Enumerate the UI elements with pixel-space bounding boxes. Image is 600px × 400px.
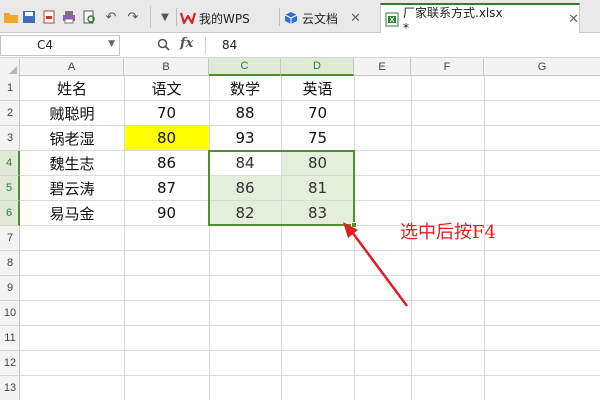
column-header-f[interactable]: F [411,58,484,76]
column-header-d[interactable]: D [281,58,354,76]
row-header-7[interactable]: 7 [0,226,20,251]
open-folder-icon[interactable] [2,8,20,26]
row-header-12[interactable]: 12 [0,351,20,376]
export-pdf-icon[interactable] [40,8,58,26]
cell-b5[interactable]: 87 [124,176,209,200]
column-header-c[interactable]: C [209,58,281,76]
cloud-doc-icon [284,11,298,25]
tab-label: 我的WPS [199,11,250,26]
wps-logo-icon [180,11,196,25]
cell-d2[interactable]: 70 [281,101,354,125]
cell-b1[interactable]: 语文 [124,76,209,100]
gridline [20,300,600,301]
cell-d1[interactable]: 英语 [281,76,354,100]
tab-label: 厂家联系方式.xlsx * [403,5,503,35]
column-header-a[interactable]: A [20,58,124,76]
row-header-1[interactable]: 1 [0,76,20,101]
cell-b6[interactable]: 90 [124,201,209,225]
column-header-b[interactable]: B [124,58,209,76]
tab-cloud-docs[interactable]: 云文档 ✕ [284,3,376,33]
row-header-3[interactable]: 3 [0,126,20,151]
cell-b2[interactable]: 70 [124,101,209,125]
cell-d5[interactable]: 81 [281,176,354,200]
row-header-10[interactable]: 10 [0,301,20,326]
row-header-8[interactable]: 8 [0,251,20,276]
cell-a3[interactable]: 锅老湿 [20,126,124,150]
gridline [20,250,600,251]
zoom-search-icon[interactable] [157,38,170,54]
close-tab-icon[interactable]: ✕ [568,12,579,27]
cell-c1[interactable]: 数学 [209,76,281,100]
chevron-down-icon[interactable]: ▼ [108,39,115,49]
gridline [20,275,600,276]
column-headers: A B C D E F G [0,58,600,76]
row-header-11[interactable]: 11 [0,326,20,351]
formula-bar-divider [205,37,206,54]
cell-c4[interactable]: 84 [209,151,281,175]
title-bar: ↶ ↷ ▼ 我的WPS 云文档 ✕ 厂家联系方式.xlsx * ✕ [0,0,600,35]
print-icon[interactable] [60,8,78,26]
redo-icon[interactable]: ↷ [124,8,142,26]
cell-a4[interactable]: 魏生志 [20,151,124,175]
cell-d6[interactable]: 83 [281,201,354,225]
cell-a1[interactable]: 姓名 [20,76,124,100]
column-header-g[interactable]: G [484,58,600,76]
select-all-corner[interactable] [0,58,20,76]
row-header-4[interactable]: 4 [0,151,20,176]
tab-my-wps[interactable]: 我的WPS [180,3,278,33]
row-header-5[interactable]: 5 [0,176,20,201]
cell-a5[interactable]: 碧云涛 [20,176,124,200]
cell-b3[interactable]: 80 [124,126,209,150]
gridline [20,350,600,351]
fill-handle[interactable] [351,222,357,228]
cell-c6[interactable]: 82 [209,201,281,225]
annotation-text: 选中后按F4 [400,222,496,243]
insert-function-icon[interactable]: fx [180,36,193,51]
name-box-value: C4 [37,38,54,52]
row-headers: 1 2 3 4 5 6 7 8 9 10 11 12 13 [0,76,20,400]
row-header-2[interactable]: 2 [0,101,20,126]
cell-d4[interactable]: 80 [281,151,354,175]
column-header-e[interactable]: E [354,58,411,76]
cell-grid[interactable]: 80 84 80 86 81 82 83 姓名 语文 数学 英语 贼聪明 70 … [20,76,600,400]
gridline [20,325,600,326]
tab-spreadsheet[interactable]: 厂家联系方式.xlsx * ✕ [380,3,580,35]
name-box[interactable]: C4 ▼ [0,35,120,56]
gridline [20,375,600,376]
cell-c2[interactable]: 88 [209,101,281,125]
cell-b4[interactable]: 86 [124,151,209,175]
row-header-6[interactable]: 6 [0,201,20,226]
toolbar-divider [150,6,151,28]
dropdown-arrow-icon[interactable]: ▼ [156,8,174,26]
cell-a6[interactable]: 易马金 [20,201,124,225]
tab-label: 云文档 [302,11,339,26]
spreadsheet-file-icon [385,12,399,27]
undo-icon[interactable]: ↶ [102,8,120,26]
cell-d3[interactable]: 75 [281,126,354,150]
cell-a2[interactable]: 贼聪明 [20,101,124,125]
tab-divider [176,8,177,26]
row-header-13[interactable]: 13 [0,376,20,400]
close-tab-icon[interactable]: ✕ [350,11,361,26]
formula-input[interactable]: 84 [222,38,237,52]
save-icon[interactable] [20,8,38,26]
print-preview-icon[interactable] [80,8,98,26]
gridline [20,225,600,226]
row-header-9[interactable]: 9 [0,276,20,301]
tab-divider [279,8,280,26]
cell-c5[interactable]: 86 [209,176,281,200]
cell-c3[interactable]: 93 [209,126,281,150]
formula-bar: C4 ▼ fx 84 [0,33,600,58]
